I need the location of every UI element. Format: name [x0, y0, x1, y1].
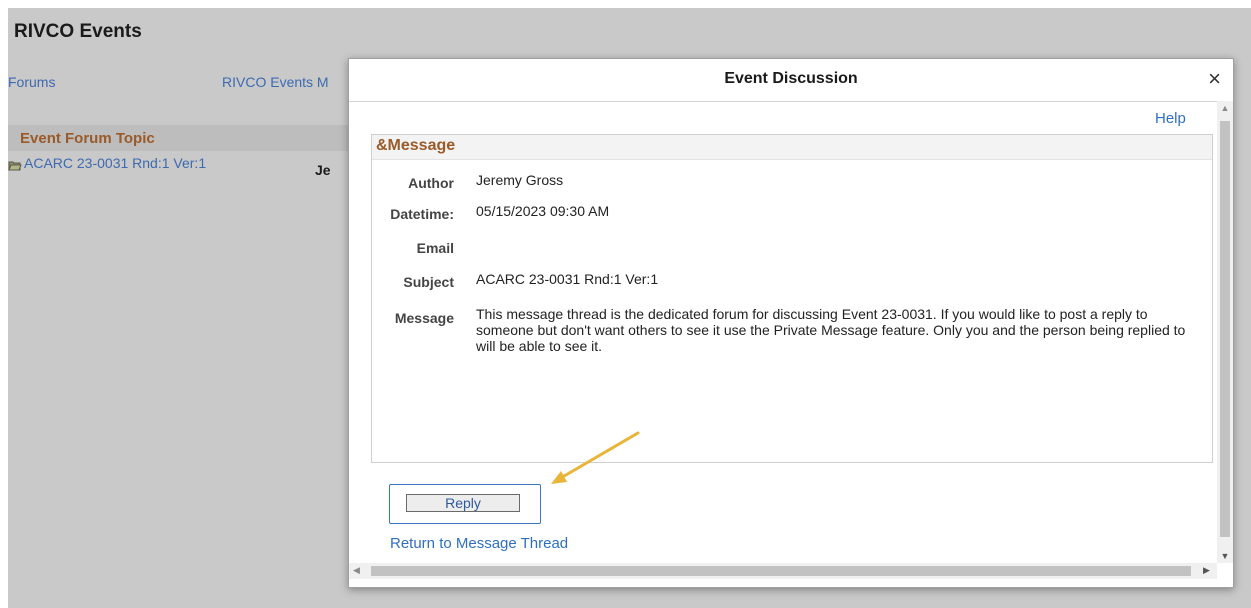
horizontal-scrollbar[interactable]: ◀ ▶ — [349, 563, 1217, 579]
topic-header: Event Forum Topic — [20, 130, 155, 147]
email-label: Email — [416, 240, 454, 256]
message-section-header: &Message — [372, 135, 1212, 160]
topic-link[interactable]: ACARC 23-0031 Rnd:1 Ver:1 — [8, 155, 206, 171]
reply-button-focus-frame: Reply — [389, 484, 541, 524]
horizontal-scroll-thumb[interactable] — [371, 566, 1191, 576]
close-icon[interactable]: × — [1208, 66, 1221, 92]
dialog-title: Event Discussion — [724, 70, 858, 87]
nav-rivco-events-link[interactable]: RIVCO Events M — [222, 74, 340, 90]
datetime-value: 05/15/2023 09:30 AM — [476, 203, 610, 219]
return-to-thread-link[interactable]: Return to Message Thread — [390, 535, 568, 552]
scroll-up-icon[interactable]: ▲ — [1217, 103, 1233, 113]
message-section-title: &Message — [376, 137, 456, 154]
message-section: &Message Author Jeremy Gross Datetime: 0… — [371, 134, 1213, 463]
subject-label: Subject — [403, 274, 454, 290]
scroll-left-icon[interactable]: ◀ — [353, 565, 360, 576]
vertical-scroll-thumb[interactable] — [1220, 121, 1230, 537]
topic-link-label: ACARC 23-0031 Rnd:1 Ver:1 — [24, 155, 207, 171]
dialog-header: Event Discussion × — [349, 59, 1233, 102]
subject-value: ACARC 23-0031 Rnd:1 Ver:1 — [476, 271, 659, 287]
datetime-label: Datetime: — [390, 206, 454, 222]
scroll-right-icon[interactable]: ▶ — [1203, 565, 1210, 576]
help-link[interactable]: Help — [1155, 110, 1186, 127]
author-partial-text: Je — [315, 162, 331, 178]
vertical-scrollbar[interactable]: ▲ ▼ — [1217, 101, 1233, 563]
page-title: RIVCO Events — [14, 21, 142, 42]
nav-forums-link[interactable]: Forums — [8, 74, 55, 90]
reply-button[interactable]: Reply — [406, 494, 520, 512]
author-label: Author — [408, 175, 454, 191]
folder-icon — [8, 158, 22, 171]
event-discussion-dialog: Event Discussion × Help &Message Author … — [348, 58, 1234, 588]
message-body: This message thread is the dedicated for… — [476, 306, 1186, 354]
message-label: Message — [394, 310, 454, 326]
author-value: Jeremy Gross — [476, 172, 564, 188]
scroll-down-icon[interactable]: ▼ — [1217, 551, 1233, 561]
